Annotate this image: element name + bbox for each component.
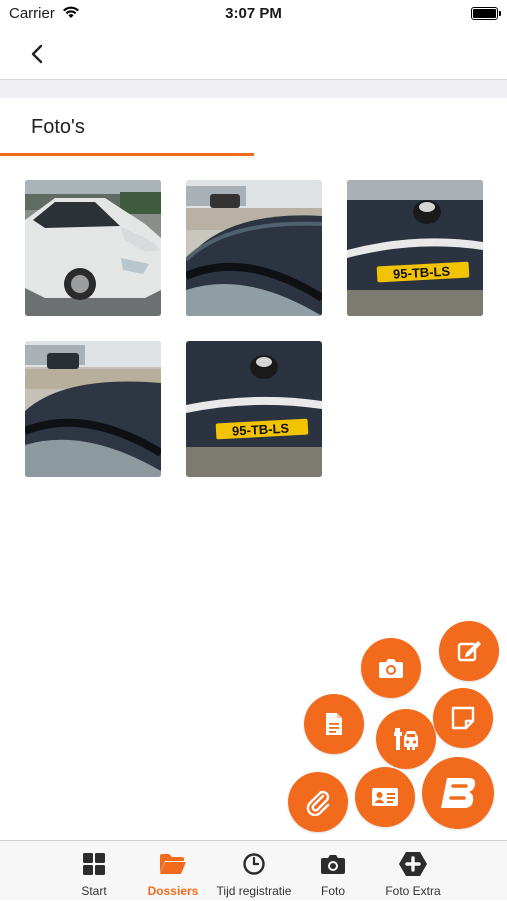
- grid-icon: [83, 853, 105, 875]
- battery-icon: [471, 7, 501, 20]
- license-plate-text: 95-TB-LS: [393, 264, 451, 282]
- title-underline: [0, 153, 254, 156]
- tab-foto[interactable]: Foto: [288, 841, 378, 901]
- page-title: Foto's: [31, 116, 85, 138]
- document-icon: [326, 713, 342, 735]
- camera-icon: [321, 855, 345, 874]
- attachment-icon: [306, 790, 330, 816]
- tab-label: Tijd registratie: [216, 884, 292, 898]
- folder-icon: [160, 854, 186, 874]
- note-icon: [451, 706, 475, 730]
- clock-icon: [243, 853, 265, 875]
- photo-thumbnail[interactable]: 95-TB-LS: [347, 180, 483, 316]
- license-plate-text: 95-TB-LS: [232, 421, 290, 439]
- note-button[interactable]: [433, 688, 493, 748]
- chevron-left-icon: [31, 44, 43, 64]
- tab-label: Foto Extra: [385, 884, 441, 898]
- camera-button[interactable]: [361, 638, 421, 698]
- contact-card-button[interactable]: [355, 767, 415, 827]
- tab-label: Start: [81, 884, 107, 898]
- photo-thumbnail[interactable]: 95-TB-LS: [186, 341, 322, 477]
- tab-label: Foto: [320, 884, 345, 898]
- edit-icon: [457, 641, 481, 662]
- tab-tijd-registratie[interactable]: Tijd registratie: [209, 841, 299, 901]
- vehicle-repair-button[interactable]: [376, 709, 436, 769]
- photo-thumbnail[interactable]: [25, 180, 161, 316]
- tab-label: Dossiers: [147, 884, 199, 898]
- photo-thumbnail[interactable]: [186, 180, 322, 316]
- header-separator: [0, 80, 507, 98]
- brand-logo-icon: [441, 778, 476, 808]
- camera-icon: [379, 659, 403, 678]
- photo-thumbnail[interactable]: [25, 341, 161, 477]
- navigation-bar: [0, 28, 507, 80]
- edit-button[interactable]: [439, 621, 499, 681]
- tab-bar: Start Dossiers Tijd registratie Foto Fot…: [0, 840, 507, 900]
- contact-card-icon: [372, 788, 398, 806]
- status-bar: Carrier 3:07 PM: [0, 0, 507, 28]
- camera-plus-icon: [399, 852, 427, 876]
- back-button[interactable]: [22, 40, 52, 68]
- main-menu-button[interactable]: [422, 757, 494, 829]
- tab-dossiers[interactable]: Dossiers: [128, 841, 218, 901]
- attachment-button[interactable]: [288, 772, 348, 832]
- document-button[interactable]: [304, 694, 364, 754]
- clock-time: 3:07 PM: [225, 5, 282, 22]
- vehicle-repair-icon: [394, 728, 418, 750]
- tab-start[interactable]: Start: [49, 841, 139, 901]
- tab-foto-extra[interactable]: Foto Extra: [368, 841, 458, 901]
